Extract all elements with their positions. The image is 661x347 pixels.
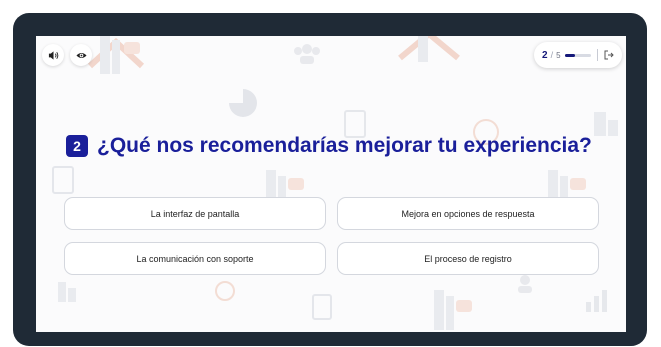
progress-total: 5	[556, 50, 561, 60]
question-text: ¿Qué nos recomendarías mejorar tu experi…	[97, 134, 592, 157]
pie-chart-icon	[229, 89, 257, 117]
media-controls	[42, 44, 92, 66]
answer-option[interactable]: La comunicación con soporte	[64, 242, 326, 275]
answer-option[interactable]: La interfaz de pantalla	[64, 197, 326, 230]
chart-growth-icon	[586, 290, 607, 312]
visibility-button[interactable]	[70, 44, 92, 66]
background-decorations	[36, 36, 626, 332]
audio-button[interactable]	[42, 44, 64, 66]
house-icon	[398, 36, 460, 62]
house-icon	[87, 36, 145, 74]
document-icon	[52, 166, 74, 194]
answer-option[interactable]: Mejora en opciones de respuesta	[337, 197, 599, 230]
people-icon	[518, 275, 532, 293]
progress-current: 2	[542, 49, 548, 61]
progress-separator: /	[550, 50, 554, 60]
exit-icon	[604, 50, 614, 60]
question-heading: 2 ¿Qué nos recomendarías mejorar tu expe…	[66, 134, 606, 158]
exit-button[interactable]	[604, 50, 614, 60]
eye-icon	[75, 52, 87, 58]
document-icon	[312, 294, 332, 320]
building-icon	[58, 282, 76, 302]
question-number-badge: 2	[66, 135, 88, 157]
progress-indicator: 2 / 5	[534, 42, 622, 68]
progress-bar	[564, 53, 592, 57]
euro-coin-icon	[215, 281, 235, 301]
progress-divider	[597, 49, 598, 61]
house-icon	[434, 290, 472, 330]
people-icon	[294, 44, 320, 64]
progress-bar-fill	[564, 53, 576, 57]
speaker-icon	[48, 50, 58, 60]
answer-option[interactable]: El proceso de registro	[337, 242, 599, 275]
survey-screen: 2 / 5 2 ¿Qué nos recomendarías mejorar t…	[36, 36, 626, 332]
